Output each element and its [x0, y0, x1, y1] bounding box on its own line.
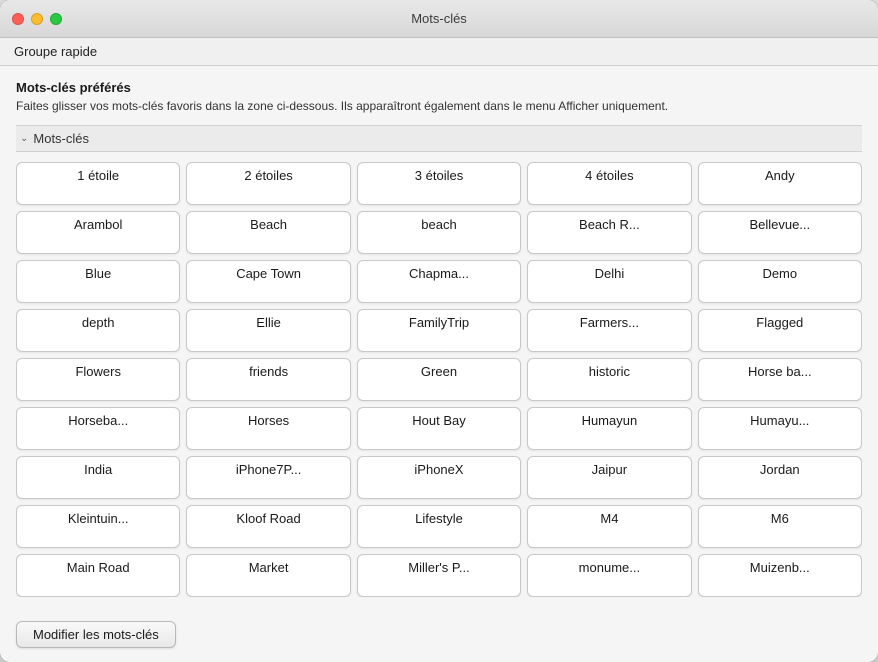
modify-keywords-button[interactable]: Modifier les mots-clés: [16, 621, 176, 648]
toolbar: Groupe rapide: [0, 38, 878, 66]
keyword-tag[interactable]: Beach: [186, 211, 350, 254]
keyword-tag[interactable]: Flagged: [698, 309, 862, 352]
keyword-tag[interactable]: India: [16, 456, 180, 499]
keyword-tag[interactable]: monume...: [527, 554, 691, 597]
keyword-tag[interactable]: Horses: [186, 407, 350, 450]
keyword-tag[interactable]: Kloof Road: [186, 505, 350, 548]
keyword-tag[interactable]: Jordan: [698, 456, 862, 499]
keyword-tag[interactable]: Humayun: [527, 407, 691, 450]
keyword-tag[interactable]: Lifestyle: [357, 505, 521, 548]
keyword-tag[interactable]: Blue: [16, 260, 180, 303]
keyword-tag[interactable]: 3 étoiles: [357, 162, 521, 205]
footer: Modifier les mots-clés: [0, 611, 878, 662]
maximize-button[interactable]: [50, 13, 62, 25]
section-description: Faites glisser vos mots-clés favoris dan…: [16, 98, 862, 115]
keywords-grid: 1 étoile2 étoiles3 étoiles4 étoilesAndy A…: [16, 162, 862, 597]
keyword-tag[interactable]: 4 étoiles: [527, 162, 691, 205]
groupe-rapide-label: Groupe rapide: [14, 44, 97, 59]
keyword-tag[interactable]: Main Road: [16, 554, 180, 597]
minimize-button[interactable]: [31, 13, 43, 25]
keyword-tag[interactable]: iPhoneX: [357, 456, 521, 499]
keyword-tag[interactable]: Horse ba...: [698, 358, 862, 401]
keyword-tag[interactable]: 1 étoile: [16, 162, 180, 205]
keyword-tag[interactable]: Cape Town: [186, 260, 350, 303]
keyword-tag[interactable]: iPhone7P...: [186, 456, 350, 499]
keyword-tag[interactable]: Flowers: [16, 358, 180, 401]
title-bar: Mots-clés: [0, 0, 878, 38]
keyword-tag[interactable]: Beach R...: [527, 211, 691, 254]
keyword-tag[interactable]: Miller's P...: [357, 554, 521, 597]
keyword-tag[interactable]: historic: [527, 358, 691, 401]
keyword-tag[interactable]: Demo: [698, 260, 862, 303]
section-title: Mots-clés préférés: [16, 80, 862, 95]
keyword-tag[interactable]: depth: [16, 309, 180, 352]
keyword-tag[interactable]: beach: [357, 211, 521, 254]
content-area: Mots-clés préférés Faites glisser vos mo…: [0, 66, 878, 611]
chevron-down-icon: ⌄: [20, 133, 28, 144]
keyword-tag[interactable]: M4: [527, 505, 691, 548]
keyword-tag[interactable]: Jaipur: [527, 456, 691, 499]
keyword-tag[interactable]: friends: [186, 358, 350, 401]
keyword-tag[interactable]: Horseba...: [16, 407, 180, 450]
keyword-tag[interactable]: Ellie: [186, 309, 350, 352]
close-button[interactable]: [12, 13, 24, 25]
window-title: Mots-clés: [411, 11, 467, 26]
traffic-lights: [12, 13, 62, 25]
keywords-section-header: ⌄ Mots-clés: [16, 125, 862, 152]
keyword-tag[interactable]: Chapma...: [357, 260, 521, 303]
keyword-tag[interactable]: Bellevue...: [698, 211, 862, 254]
keyword-tag[interactable]: Market: [186, 554, 350, 597]
keyword-tag[interactable]: 2 étoiles: [186, 162, 350, 205]
keyword-tag[interactable]: Delhi: [527, 260, 691, 303]
keyword-tag[interactable]: Green: [357, 358, 521, 401]
keyword-tag[interactable]: Hout Bay: [357, 407, 521, 450]
main-window: Mots-clés Groupe rapide Mots-clés préfér…: [0, 0, 878, 662]
keyword-tag[interactable]: Andy: [698, 162, 862, 205]
keyword-tag[interactable]: Arambol: [16, 211, 180, 254]
keywords-header-label: Mots-clés: [33, 131, 89, 146]
keyword-tag[interactable]: Farmers...: [527, 309, 691, 352]
keyword-tag[interactable]: Kleintuin...: [16, 505, 180, 548]
keyword-tag[interactable]: M6: [698, 505, 862, 548]
keyword-tag[interactable]: FamilyTrip: [357, 309, 521, 352]
keyword-tag[interactable]: Humayu...: [698, 407, 862, 450]
keyword-tag[interactable]: Muizenb...: [698, 554, 862, 597]
